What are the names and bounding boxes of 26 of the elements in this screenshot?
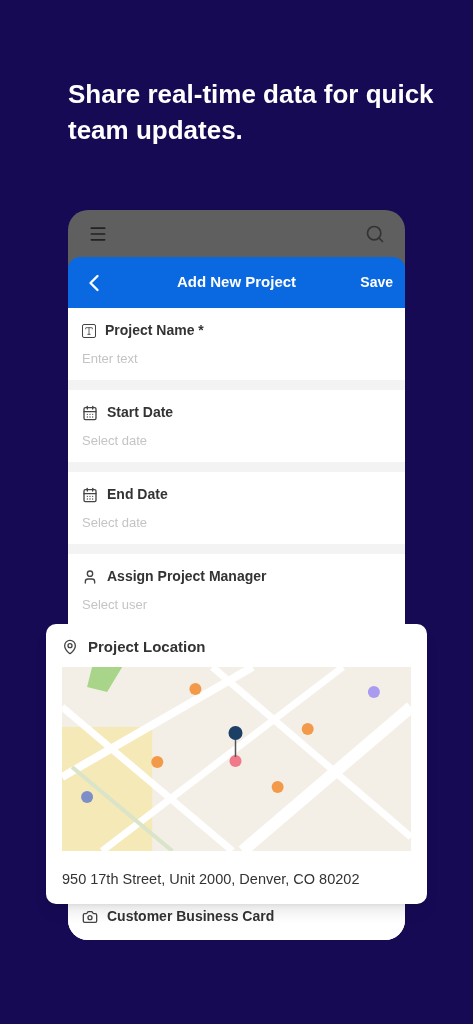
- form-field[interactable]: End Date Select date: [68, 472, 405, 544]
- field-label: Project Name *: [105, 321, 204, 340]
- form-field[interactable]: Start Date Select date: [68, 390, 405, 462]
- camera-icon: [82, 908, 98, 925]
- screen-title: Add New Project: [176, 272, 297, 293]
- input-field[interactable]: Select date: [82, 513, 391, 533]
- headline: Share real-time data for quick team updates.: [67, 78, 435, 147]
- field-label: End Date: [107, 485, 168, 504]
- input-field[interactable]: Select date: [82, 431, 391, 451]
- input-field[interactable]: Enter text: [82, 349, 391, 369]
- field-label: Start Date: [107, 403, 174, 422]
- location-pin-icon: [62, 639, 78, 655]
- field-label: Assign Project Manager: [107, 567, 267, 586]
- address-text: 950 17th Street, Unit 2000, Denver, CO 80202: [62, 870, 361, 889]
- calendar-icon: [82, 486, 98, 503]
- calendar-icon: [82, 404, 98, 421]
- search-icon[interactable]: [365, 223, 385, 244]
- field-label: Customer Business Card: [107, 907, 275, 926]
- input-field[interactable]: Select user: [82, 595, 391, 615]
- save-button[interactable]: Save: [360, 272, 393, 293]
- form-field[interactable]: Assign Project Manager Select user: [68, 554, 405, 626]
- card-title: Project Location: [88, 636, 206, 657]
- form-field[interactable]: Project Name * Enter text: [68, 308, 405, 380]
- form-field[interactable]: Customer Business Card: [68, 904, 405, 940]
- user-icon: [82, 568, 98, 585]
- text-icon: [82, 323, 96, 338]
